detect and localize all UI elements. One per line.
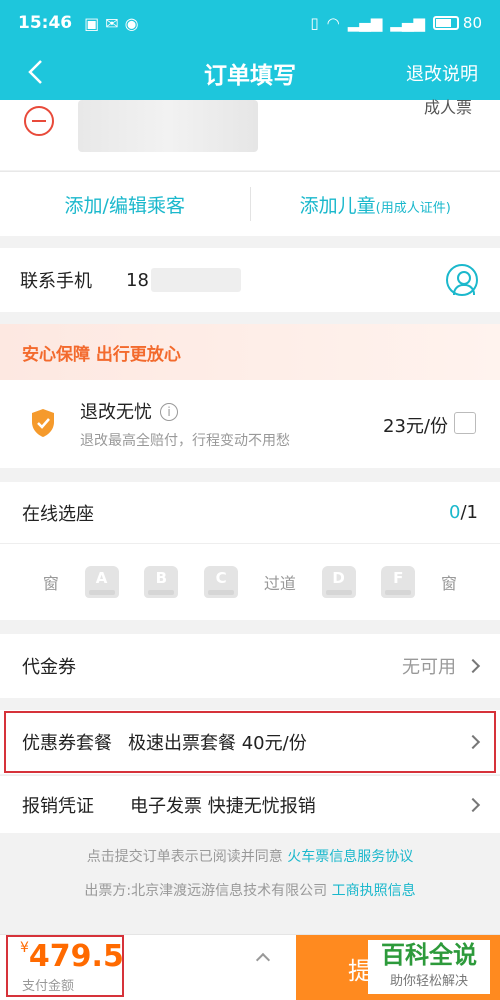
insurance-price: 23元/份 bbox=[383, 416, 448, 437]
seat-a-button[interactable]: A bbox=[84, 566, 119, 598]
passenger-actions: 添加/编辑乘客 添加儿童(用成人证件) bbox=[0, 171, 500, 236]
add-edit-passenger-button[interactable]: 添加/编辑乘客 bbox=[0, 191, 250, 218]
seat-d-button[interactable]: D bbox=[321, 566, 356, 598]
wifi-icon: ◠ bbox=[326, 14, 340, 32]
watermark-subtitle: 助你轻松解决 bbox=[389, 974, 468, 989]
insurance-title: 退改无忧 i bbox=[80, 398, 178, 424]
add-child-label: 添加儿童 bbox=[299, 194, 376, 217]
voucher-value: 无可用 bbox=[402, 657, 456, 678]
service-agreement-link[interactable]: 火车票信息服务协议 bbox=[287, 849, 413, 865]
chevron-right-icon bbox=[465, 797, 481, 812]
coupon-package-row[interactable]: 优惠券套餐 极速出票套餐 40元/份 bbox=[0, 710, 500, 774]
chevron-up-icon[interactable] bbox=[255, 952, 271, 968]
status-bar: 15:46 ▣ ✉ ◉ ▯ ◠ ▂▄▆ ▂▄▆ 80 bbox=[0, 0, 500, 46]
seat-selection: 在线选座 0/1 窗 A B C 过道 D F 窗 bbox=[0, 482, 500, 620]
insurance-row: 退改无忧 i 退改最高全赔付，行程变动不用愁 23元/份 bbox=[0, 380, 500, 468]
shield-icon bbox=[32, 409, 54, 437]
remove-passenger-icon[interactable] bbox=[24, 106, 54, 136]
add-child-button[interactable]: 添加儿童(用成人证件) bbox=[251, 191, 500, 218]
seat-selected: 0 bbox=[449, 502, 461, 523]
phone-masked bbox=[150, 268, 241, 292]
battery-icon bbox=[432, 16, 459, 30]
status-time: 15:46 bbox=[18, 13, 73, 33]
window-left-label: 窗 bbox=[42, 574, 59, 593]
coupon-label: 优惠券套餐 bbox=[22, 733, 112, 754]
sim-icon: ▣ bbox=[84, 13, 100, 33]
add-child-note: (用成人证件) bbox=[375, 200, 451, 216]
business-license-link[interactable]: 工商执照信息 bbox=[332, 883, 416, 899]
notice-text-2: 出票方:北京津渡远游信息技术有限公司 bbox=[84, 883, 328, 899]
ticket-type-select[interactable]: 成人票 bbox=[424, 94, 472, 118]
agreement-notice: 点击提交订单表示已阅读并同意 火车票信息服务协议 出票方:北京津渡远游信息技术有… bbox=[0, 840, 500, 908]
battery-level: 80 bbox=[462, 14, 482, 32]
seat-title: 在线选座 bbox=[22, 503, 94, 525]
insurance-checkbox[interactable] bbox=[454, 412, 476, 434]
vibrate-icon: ▯ bbox=[310, 14, 319, 32]
contact-row: 联系手机 18 bbox=[0, 248, 500, 312]
top-bar: 15:46 ▣ ✉ ◉ ▯ ◠ ▂▄▆ ▂▄▆ 80 订单填写 退改说明 bbox=[0, 0, 500, 100]
contact-phone-input[interactable]: 18 bbox=[126, 270, 149, 291]
notice-text-1: 点击提交订单表示已阅读并同意 bbox=[86, 849, 283, 865]
chevron-right-icon bbox=[465, 734, 481, 750]
receipt-chevron-wrap bbox=[465, 797, 481, 812]
seat-row: 窗 A B C 过道 D F 窗 bbox=[0, 562, 500, 602]
seat-header: 在线选座 0/1 bbox=[0, 482, 500, 544]
receipt-row[interactable]: 报销凭证 电子发票 快捷无忧报销 bbox=[0, 775, 500, 833]
header: 订单填写 退改说明 bbox=[0, 46, 500, 100]
chat-icon: ◉ bbox=[124, 13, 139, 33]
window-right-label: 窗 bbox=[441, 574, 458, 593]
voucher-value-wrap: 无可用 bbox=[402, 653, 481, 679]
mail-icon: ✉ bbox=[105, 13, 119, 33]
signal2-icon: ▂▄▆ bbox=[390, 14, 425, 32]
receipt-label: 报销凭证 bbox=[22, 795, 94, 817]
seat-b-button[interactable]: B bbox=[144, 566, 179, 598]
battery: 80 bbox=[432, 14, 482, 32]
passenger-info-masked bbox=[78, 100, 258, 152]
back-icon bbox=[28, 60, 42, 84]
seat-c-button[interactable]: C bbox=[204, 566, 239, 598]
voucher-row[interactable]: 代金券 无可用 bbox=[0, 634, 500, 698]
receipt-value: 电子发票 快捷无忧报销 bbox=[130, 795, 316, 817]
insurance-title-text: 退改无忧 bbox=[80, 402, 152, 423]
watermark-logo: 百科全说 助你轻松解决 bbox=[368, 940, 490, 994]
aisle-label: 过道 bbox=[263, 574, 296, 593]
contacts-icon[interactable] bbox=[446, 264, 478, 296]
notice-line1: 点击提交订单表示已阅读并同意 火车票信息服务协议 bbox=[0, 840, 500, 874]
back-button[interactable] bbox=[20, 54, 50, 90]
passenger-card: 成人票 bbox=[0, 98, 500, 170]
contact-label: 联系手机 bbox=[20, 271, 92, 292]
page-title: 订单填写 bbox=[204, 63, 296, 89]
seat-f-button[interactable]: F bbox=[381, 566, 416, 598]
notification-icons: ▣ ✉ ◉ bbox=[84, 14, 139, 33]
add-edit-passenger-label: 添加/编辑乘客 bbox=[64, 194, 185, 217]
amount-highlight-box bbox=[6, 935, 124, 997]
notice-line2: 出票方:北京津渡远游信息技术有限公司 工商执照信息 bbox=[0, 874, 500, 908]
watermark-title: 百科全说 bbox=[381, 941, 477, 969]
status-right: ▯ ◠ ▂▄▆ ▂▄▆ 80 bbox=[310, 14, 482, 32]
signal-icon: ▂▄▆ bbox=[347, 14, 383, 32]
coupon-chevron-wrap bbox=[465, 734, 481, 750]
info-icon[interactable]: i bbox=[160, 403, 178, 421]
coupon-value: 极速出票套餐 40元/份 bbox=[128, 733, 307, 754]
seat-count: 0/1 bbox=[449, 502, 478, 523]
refund-policy-link[interactable]: 退改说明 bbox=[406, 60, 478, 86]
seat-total: /1 bbox=[460, 502, 478, 523]
insurance-subtitle: 退改最高全赔付，行程变动不用愁 bbox=[80, 433, 290, 449]
chevron-right-icon bbox=[465, 658, 481, 674]
insurance-banner: 安心保障 出行更放心 bbox=[0, 324, 500, 380]
voucher-label: 代金券 bbox=[22, 657, 76, 678]
